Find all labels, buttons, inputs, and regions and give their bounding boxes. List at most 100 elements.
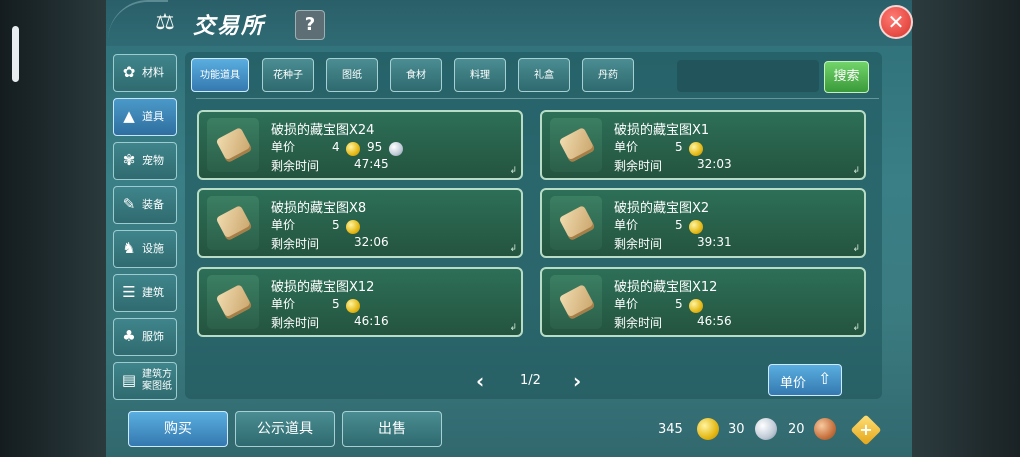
price-label: 单价 [271,297,296,311]
side-tab-materials[interactable]: ✿ 材料 [113,54,177,92]
time-label: 剩余时间 [271,237,320,251]
side-tab-label: 设施 [142,242,164,255]
price-silver: 95 [367,140,383,154]
sort-by-price-button[interactable]: 单价 ⇧ [768,364,842,396]
time-remaining: 46:16 [354,314,389,328]
silver-coin-icon [389,142,403,156]
tab-flower-seeds[interactable]: 花种子 [262,58,314,92]
buy-button[interactable]: 购买 [128,411,228,447]
side-tab-buildings[interactable]: ☰ 建筑 [113,274,177,312]
listing-card[interactable]: 破损的藏宝图X12 单价 5 剩余时间 46:56 ↲ [540,267,866,337]
background-right [910,0,1020,457]
search-input[interactable] [677,60,819,92]
time-label: 剩余时间 [614,159,663,173]
silver-amount: 30 [728,422,745,437]
divider [196,98,879,99]
price-gold: 5 [332,297,340,311]
corner-icon: ↲ [852,166,860,176]
side-tab-label: 装备 [142,198,164,211]
price-label: 单价 [614,140,639,154]
tab-cuisine[interactable]: 料理 [454,58,506,92]
time-remaining: 39:31 [697,235,732,249]
corner-icon: ↲ [852,323,860,333]
equipment-icon: ✎ [122,195,136,213]
help-button[interactable]: ? [295,10,325,40]
price-label: 单价 [271,218,296,232]
price-gold: 5 [675,218,683,232]
listing-card[interactable]: 破损的藏宝图X2 单价 5 剩余时间 39:31 ↲ [540,188,866,258]
item-name: 破损的藏宝图X1 [614,123,710,138]
bronze-coin-icon [814,418,836,440]
item-name: 破损的藏宝图X8 [271,201,367,216]
tab-functional-items[interactable]: 功能道具 [191,58,249,92]
listing-card[interactable]: 破损的藏宝图X12 单价 5 剩余时间 46:16 ↲ [197,267,523,337]
gold-coin-icon [346,220,360,234]
page-title: 交易所 [193,14,266,39]
item-icon: ▲ [123,107,135,125]
treasure-map-icon [558,283,596,321]
plus-icon: + [859,420,873,439]
side-drawer-handle[interactable] [12,26,19,82]
side-tab-label: 道具 [142,110,164,123]
gold-coin-icon [697,418,719,440]
prev-page-button[interactable]: ‹ [476,369,484,393]
side-tab-clothing[interactable]: ♣ 服饰 [113,318,177,356]
side-tab-equipment[interactable]: ✎ 装备 [113,186,177,224]
side-tab-items[interactable]: ▲ 道具 [113,98,177,136]
treasure-map-icon [215,126,253,164]
corner-icon: ↲ [852,244,860,254]
gold-coin-icon [346,142,360,156]
tab-ingredients[interactable]: 食材 [390,58,442,92]
treasure-map-icon [558,126,596,164]
item-name: 破损的藏宝图X24 [271,123,375,138]
side-tab-facilities[interactable]: ♞ 设施 [113,230,177,268]
scales-icon: ⚖ [155,10,175,35]
price-gold: 5 [675,297,683,311]
sell-button[interactable]: 出售 [342,411,442,447]
side-tab-pets[interactable]: ✾ 宠物 [113,142,177,180]
gold-coin-icon [346,299,360,313]
side-tab-label: 建筑 [142,286,164,299]
page-indicator: 1/2 [520,373,541,388]
tab-blueprints[interactable]: 图纸 [326,58,378,92]
time-label: 剩余时间 [614,316,663,330]
price-label: 单价 [271,140,296,154]
add-currency-button[interactable]: + [850,414,882,446]
treasure-map-icon [558,204,596,242]
price-label: 单价 [614,218,639,232]
clothing-icon: ♣ [122,327,136,345]
building-icon: ☰ [122,283,136,301]
listing-card[interactable]: 破损的藏宝图X24 单价 4 95 剩余时间 47:45 ↲ [197,110,523,180]
time-remaining: 47:45 [354,157,389,171]
close-button[interactable]: ✕ [879,5,913,39]
next-page-button[interactable]: › [573,369,581,393]
item-thumbnail [550,196,602,250]
public-items-button[interactable]: 公示道具 [235,411,335,447]
side-tab-blueprints[interactable]: ▤ 建筑方案图纸 [113,362,177,400]
time-label: 剩余时间 [614,237,663,251]
sort-label: 单价 [780,376,807,391]
treasure-map-icon [215,283,253,321]
gold-coin-icon [689,220,703,234]
sort-arrow-icon: ⇧ [818,369,832,388]
side-tab-label: 材料 [142,66,164,79]
price-label: 单价 [614,297,639,311]
search-button[interactable]: 搜索 [824,61,869,93]
facility-icon: ♞ [122,239,136,257]
item-thumbnail [207,118,259,172]
item-name: 破损的藏宝图X12 [614,280,718,295]
price-gold: 4 [332,140,340,154]
side-tab-label: 建筑方案图纸 [142,369,172,392]
tab-gift-box[interactable]: 礼盒 [518,58,570,92]
tab-elixirs[interactable]: 丹药 [582,58,634,92]
price-gold: 5 [332,218,340,232]
time-remaining: 32:03 [697,157,732,171]
listing-card[interactable]: 破损的藏宝图X1 单价 5 剩余时间 32:03 ↲ [540,110,866,180]
bronze-amount: 20 [788,422,805,437]
item-thumbnail [207,196,259,250]
time-remaining: 32:06 [354,235,389,249]
item-thumbnail [207,275,259,329]
listing-card[interactable]: 破损的藏宝图X8 单价 5 剩余时间 32:06 ↲ [197,188,523,258]
gold-coin-icon [689,142,703,156]
treasure-map-icon [215,204,253,242]
